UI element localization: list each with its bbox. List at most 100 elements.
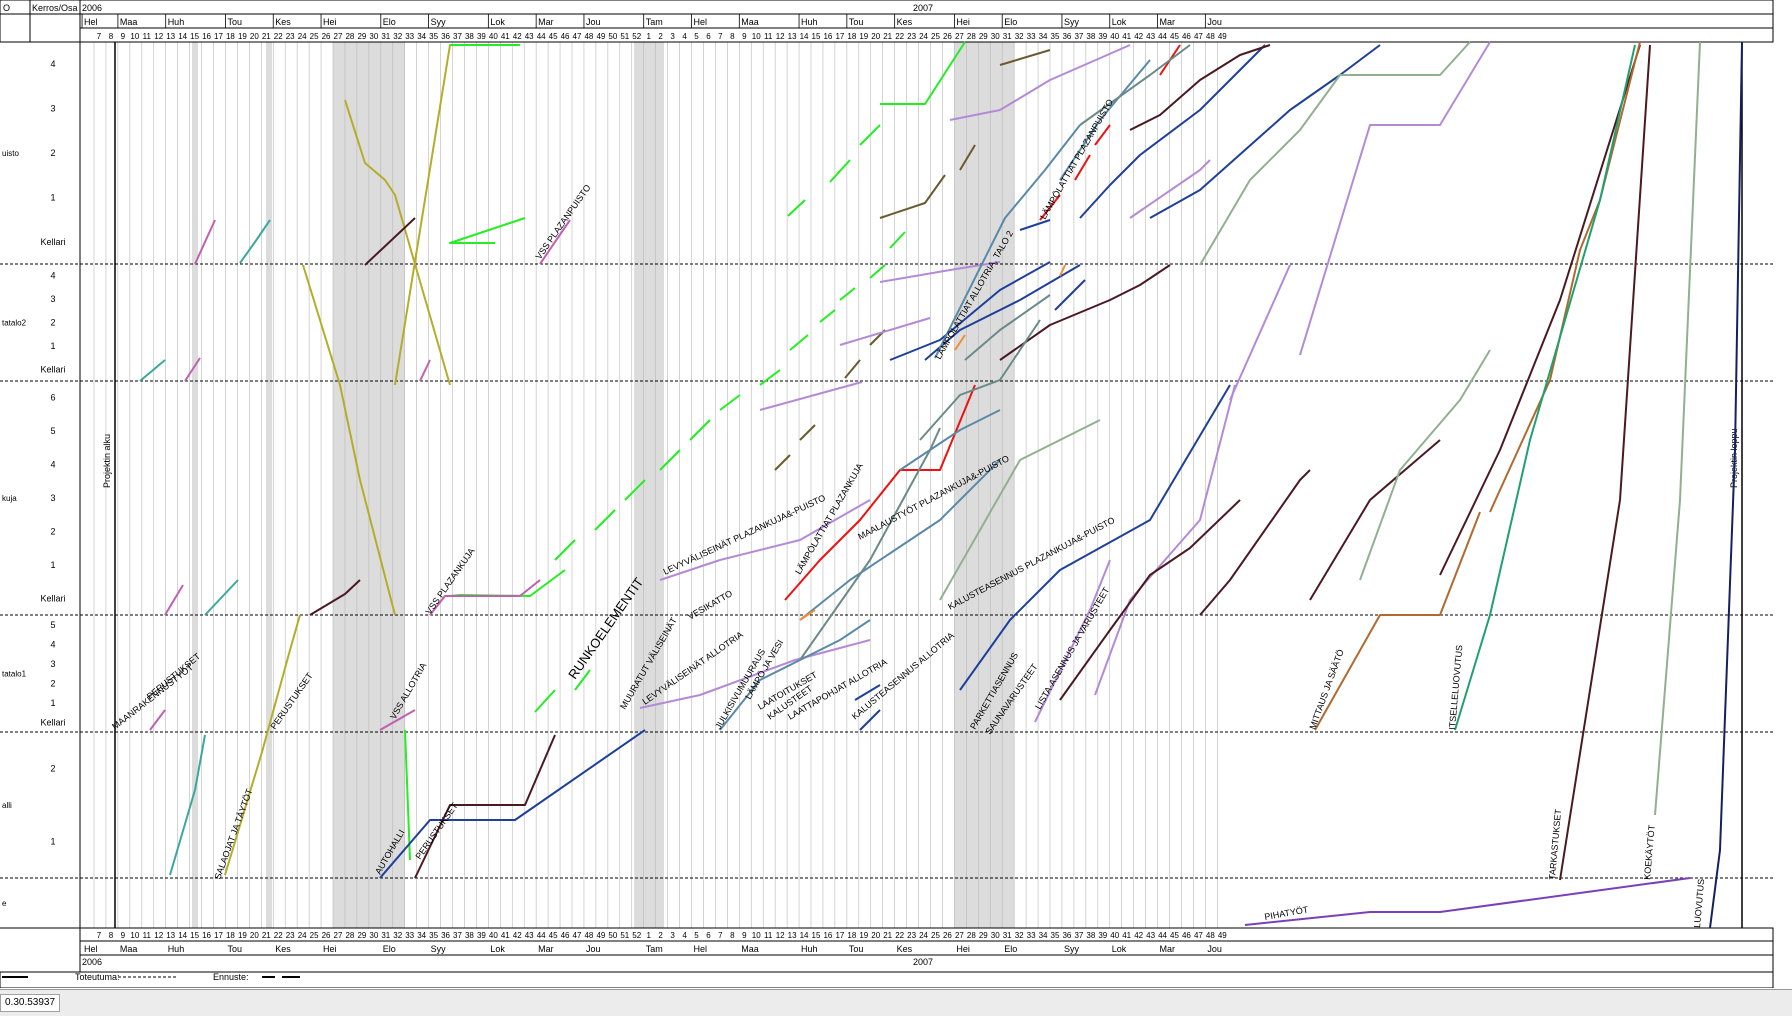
month-label: Maa	[741, 17, 759, 27]
month-label: Mar	[538, 17, 554, 27]
week-number-bottom: 11	[143, 931, 152, 940]
week-number: 19	[859, 32, 868, 41]
legend-bar	[0, 971, 1774, 988]
floor-label: 1	[50, 837, 55, 847]
progress-line	[787, 199, 806, 217]
task-label-lampolattiat-plazanpuisto: LÄMPÖLATTIAT PLAZANPUISTO	[1038, 97, 1115, 221]
progress-line	[449, 569, 566, 597]
progress-line	[449, 217, 526, 244]
corner-label: O	[3, 3, 10, 13]
week-number: 13	[166, 32, 175, 41]
week-number: 50	[608, 32, 617, 41]
progress-line	[164, 584, 184, 616]
progress-line	[1019, 219, 1051, 231]
month-label-bottom: Syy	[1064, 944, 1080, 954]
month-label: Elo	[383, 17, 396, 27]
week-number-bottom: 43	[525, 931, 534, 940]
week-number: 12	[154, 32, 163, 41]
week-number-bottom: 36	[1062, 931, 1071, 940]
week-number-bottom: 29	[357, 931, 366, 940]
floor-label: 4	[50, 271, 55, 281]
week-number-bottom: 24	[298, 931, 307, 940]
week-number: 36	[441, 32, 450, 41]
week-number-bottom: 7	[718, 931, 723, 940]
week-number-bottom: 20	[871, 931, 880, 940]
week-number-bottom: 39	[477, 931, 486, 940]
floor-label: 4	[50, 460, 55, 470]
week-number-bottom: 52	[632, 931, 641, 940]
week-number: 38	[465, 32, 474, 41]
week-number-bottom: 27	[955, 931, 964, 940]
progress-line	[204, 579, 239, 616]
progress-line	[799, 427, 941, 661]
progress-line	[1654, 41, 1701, 816]
week-number: 17	[835, 32, 844, 41]
week-number-bottom: 34	[1039, 931, 1048, 940]
month-label: Syy	[1064, 17, 1080, 27]
week-number-bottom: 49	[596, 931, 605, 940]
floor-label: 2	[50, 678, 55, 688]
week-number-bottom: 11	[764, 931, 773, 940]
week-number: 24	[919, 32, 928, 41]
month-label: Tou	[849, 17, 864, 27]
week-number-bottom: 36	[441, 931, 450, 940]
week-number-bottom: 51	[620, 931, 629, 940]
floor-label: 1	[50, 560, 55, 570]
floor-label: 2	[50, 764, 55, 774]
month-label: Hei	[323, 17, 337, 27]
progress-line	[1309, 439, 1441, 601]
floor-label: Kellari	[40, 717, 65, 727]
floor-label: 2	[50, 526, 55, 536]
floor-label: 2	[50, 148, 55, 158]
week-number: 22	[895, 32, 904, 41]
week-number-bottom: 17	[835, 931, 844, 940]
week-number: 42	[1134, 32, 1143, 41]
task-label-mittaus: MITTAUS JA SÄÄTÖ	[1307, 648, 1345, 731]
month-label-bottom: Maa	[120, 944, 138, 954]
week-number: 8	[730, 32, 735, 41]
week-number-bottom: 43	[1146, 931, 1155, 940]
floor-label: Kellari	[40, 364, 65, 374]
month-label: Lok	[1112, 17, 1127, 27]
progress-line	[1054, 279, 1086, 311]
week-number: 41	[501, 32, 510, 41]
week-number-bottom: 41	[501, 931, 510, 940]
week-number-bottom: 6	[706, 931, 711, 940]
week-number-bottom: 23	[907, 931, 916, 940]
week-number: 41	[1122, 32, 1131, 41]
week-number: 6	[706, 32, 711, 41]
status-bar: 0.30.53937	[0, 989, 1792, 1016]
week-number: 45	[1170, 32, 1179, 41]
week-number: 47	[1194, 32, 1203, 41]
year-label-mid: 2007	[913, 3, 933, 13]
progress-line	[839, 287, 856, 301]
week-number-bottom: 23	[286, 931, 295, 940]
week-number: 18	[847, 32, 856, 41]
task-label-julkisivumuuraus: JULKISIVUMUURAUS	[713, 647, 767, 731]
week-number: 21	[883, 32, 892, 41]
week-number: 44	[1158, 32, 1167, 41]
week-number: 35	[1051, 32, 1060, 41]
week-number: 32	[393, 32, 402, 41]
progress-line	[774, 454, 791, 471]
progress-line	[534, 689, 556, 713]
floor-label: 5	[50, 620, 55, 630]
week-number: 26	[943, 32, 952, 41]
week-number-bottom: 22	[274, 931, 283, 940]
task-label-koekaytot: KOEKÄYTÖT	[1642, 824, 1657, 880]
week-number: 11	[764, 32, 773, 41]
progress-line	[149, 709, 166, 731]
month-label-bottom: Lok	[1112, 944, 1127, 954]
section-label: uisto	[2, 149, 19, 158]
progress-line	[1559, 44, 1651, 881]
task-label-vss-plazankuja: VSS PLAZANKUJA	[423, 546, 476, 616]
week-number-bottom: 32	[1015, 931, 1024, 940]
month-label: Huh	[168, 17, 185, 27]
section-label: tatalo2	[2, 319, 27, 328]
week-number: 16	[202, 32, 211, 41]
floor-label: 6	[50, 393, 55, 403]
month-label-bottom: Kes	[897, 944, 913, 954]
month-label: Syy	[431, 17, 447, 27]
week-number: 28	[967, 32, 976, 41]
week-number: 39	[477, 32, 486, 41]
